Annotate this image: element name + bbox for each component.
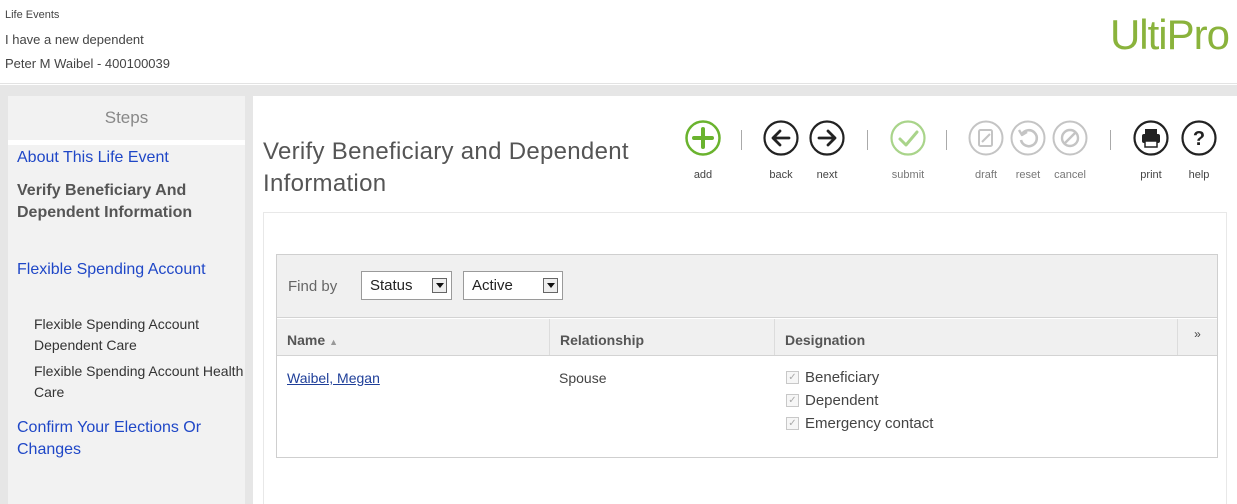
next-label: next [816, 169, 838, 181]
cancel-icon [1052, 120, 1088, 156]
frame-divider-left [0, 85, 8, 504]
substep-fsa-health-care[interactable]: Flexible Spending Account Health Care [34, 361, 244, 403]
help-icon: ? [1181, 120, 1217, 156]
ultipro-logo: UltiPro [1109, 11, 1230, 58]
dropdown-arrow-icon[interactable] [432, 278, 447, 293]
back-label: back [769, 169, 793, 181]
print-label: print [1140, 169, 1162, 181]
name-cell: Waibel, Megan [287, 370, 380, 386]
help-button[interactable]: ? [1181, 120, 1217, 156]
add-button[interactable] [685, 120, 721, 156]
toolbar-separator [946, 130, 947, 150]
relationship-cell: Spouse [559, 370, 607, 386]
page-title: Verify Beneficiary and Dependent Informa… [263, 138, 629, 197]
table-row: Waibel, Megan Spouse ✓ Beneficiary ✓ Dep… [277, 357, 1217, 457]
checkmark-icon [890, 120, 926, 156]
table-header: Name ▲ Relationship Designation » [277, 319, 1217, 356]
printer-icon [1133, 120, 1169, 156]
frame-divider [0, 85, 1237, 96]
submit-label: submit [891, 169, 925, 181]
find-value-select[interactable]: Active [463, 271, 563, 300]
draft-icon [968, 120, 1004, 156]
find-value-value: Active [472, 277, 513, 294]
cancel-label: cancel [1054, 169, 1086, 181]
cancel-button[interactable] [1052, 120, 1088, 156]
toolbar-separator [1110, 130, 1111, 150]
designation-item: ✓ Beneficiary [786, 369, 879, 386]
steps-title: Steps [104, 108, 149, 127]
reset-button[interactable] [1010, 120, 1046, 156]
find-field-value: Status [370, 277, 413, 294]
toolbar-separator [867, 130, 868, 150]
sidebar-gutter [245, 96, 253, 504]
draft-button[interactable] [968, 120, 1004, 156]
dependent-name-link[interactable]: Waibel, Megan [287, 370, 380, 386]
life-event-name: I have a new dependent [5, 32, 144, 47]
print-button[interactable] [1133, 120, 1169, 156]
find-by-label: Find by [288, 278, 338, 295]
app-header: Life Events I have a new dependent Peter… [0, 0, 1237, 84]
plus-icon [685, 120, 721, 156]
toolbar-separator [741, 130, 742, 150]
steps-divider [8, 140, 245, 145]
main-content: Verify Beneficiary and Dependent Informa… [253, 96, 1237, 504]
svg-text:?: ? [1193, 128, 1205, 150]
back-button[interactable] [763, 120, 799, 156]
filter-bar: Find by Status Active [277, 255, 1217, 318]
checkbox-dependent[interactable]: ✓ [786, 394, 799, 407]
step-flexible-spending-account[interactable]: Flexible Spending Account [17, 259, 227, 281]
column-header-designation[interactable]: Designation [775, 319, 1175, 355]
step-confirm-elections[interactable]: Confirm Your Elections Or Changes [17, 417, 217, 461]
expand-columns-icon[interactable]: » [1177, 319, 1217, 355]
designation-item: ✓ Emergency contact [786, 415, 933, 432]
sort-ascending-icon: ▲ [329, 337, 339, 347]
checkbox-beneficiary[interactable]: ✓ [786, 371, 799, 384]
step-verify-beneficiary: Verify Beneficiary And Dependent Informa… [17, 182, 193, 221]
designation-item: ✓ Dependent [786, 392, 878, 409]
dependents-grid: Find by Status Active Name ▲ Relationship… [276, 254, 1218, 458]
substep-fsa-dependent-care[interactable]: Flexible Spending Account Dependent Care [34, 314, 244, 356]
content-panel: Find by Status Active Name ▲ Relationship… [263, 212, 1227, 504]
help-label: help [1188, 169, 1210, 181]
column-header-name[interactable]: Name ▲ [277, 319, 550, 355]
checkbox-emergency-contact[interactable]: ✓ [786, 417, 799, 430]
column-header-relationship[interactable]: Relationship [550, 319, 775, 355]
submit-button[interactable] [890, 120, 926, 156]
dropdown-arrow-icon[interactable] [543, 278, 558, 293]
next-button[interactable] [809, 120, 845, 156]
add-label: add [693, 169, 713, 181]
employee-name: Peter M Waibel - 400100039 [5, 56, 171, 71]
step-about-life-event[interactable]: About This Life Event [17, 147, 237, 169]
section-label: Life Events [5, 9, 60, 21]
steps-sidebar: Steps About This Life Event Verify Benef… [8, 96, 245, 504]
reset-icon [1010, 120, 1046, 156]
arrow-right-icon [809, 120, 845, 156]
arrow-left-icon [763, 120, 799, 156]
find-field-select[interactable]: Status [361, 271, 452, 300]
